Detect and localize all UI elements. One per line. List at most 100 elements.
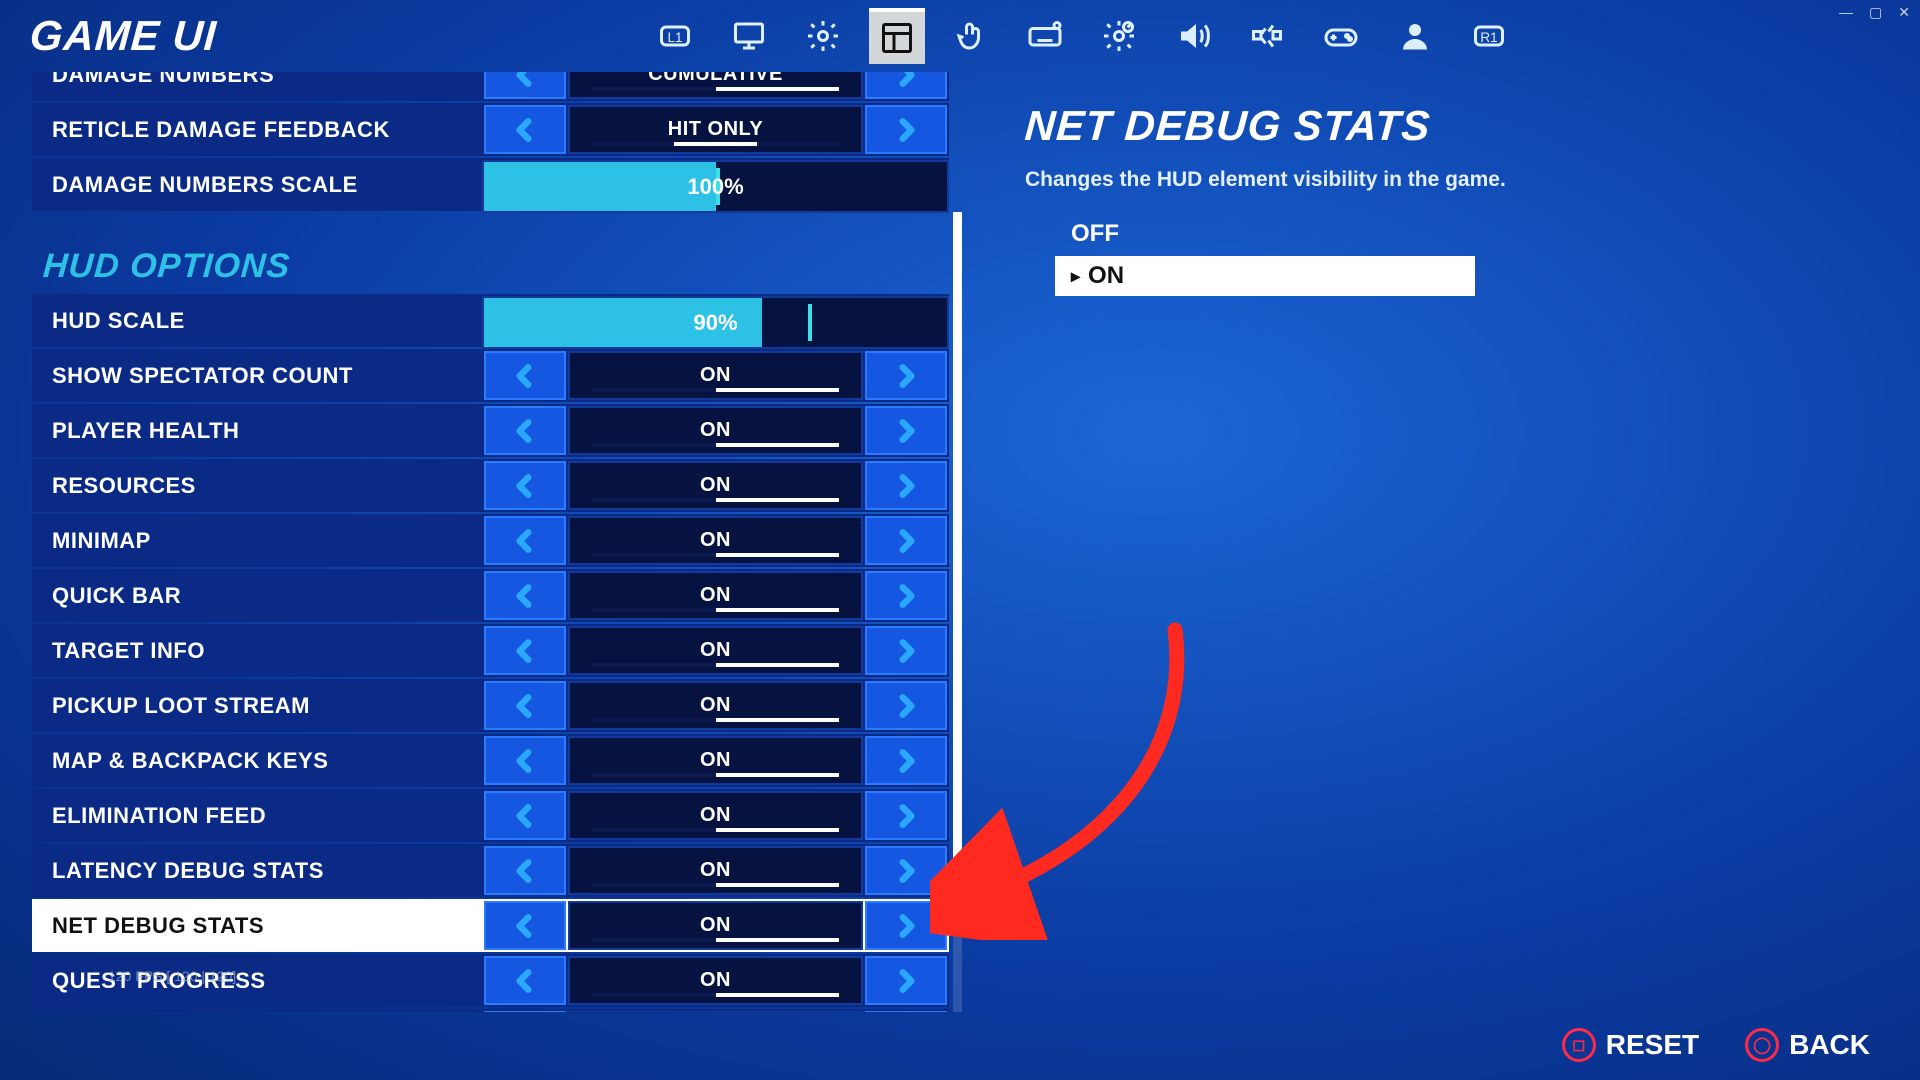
tab-gamepad[interactable] [1313,8,1369,64]
value-box[interactable]: ON [568,791,863,840]
tab-r1[interactable]: R1 [1461,8,1517,64]
prev-arrow[interactable] [484,791,566,840]
prev-arrow[interactable] [484,105,566,154]
next-arrow[interactable] [865,736,947,785]
tab-row: L1 R1 [647,8,1517,64]
tab-accessibility[interactable] [1239,8,1295,64]
next-arrow[interactable] [865,406,947,455]
value-box[interactable]: ON [568,736,863,785]
next-arrow[interactable] [865,105,947,154]
value-box[interactable]: ON [568,516,863,565]
tab-layout[interactable] [869,8,925,64]
next-arrow[interactable] [865,791,947,840]
next-arrow[interactable] [865,901,947,950]
next-arrow[interactable] [865,351,947,400]
value-box[interactable]: HIT ONLY [568,105,863,154]
next-arrow[interactable] [865,681,947,730]
prev-arrow[interactable] [484,956,566,1005]
back-button[interactable]: ◯ BACK [1745,1028,1870,1062]
next-arrow[interactable] [865,461,947,510]
tab-l1[interactable]: L1 [647,8,703,64]
setting-row[interactable]: HUD SCALE 90% [32,294,949,347]
setting-row[interactable]: CONTROL PROMPTS ON [32,1009,949,1012]
next-arrow[interactable] [865,72,947,99]
svg-text:L1: L1 [667,30,682,45]
tab-user[interactable] [1387,8,1443,64]
setting-label: MINIMAP [32,528,482,554]
setting-row[interactable]: ELIMINATION FEED ON [32,789,949,842]
value-box[interactable]: ON [568,846,863,895]
next-arrow[interactable] [865,846,947,895]
prev-arrow[interactable] [484,901,566,950]
setting-row[interactable]: MAP & BACKPACK KEYS ON [32,734,949,787]
setting-row[interactable]: LATENCY DEBUG STATS ON [32,844,949,897]
setting-row[interactable]: PLAYER HEALTH ON [32,404,949,457]
prev-arrow[interactable] [484,626,566,675]
value-box[interactable]: ON [568,461,863,510]
detail-title: NET DEBUG STATS [1023,102,1871,150]
setting-row[interactable]: PICKUP LOOT STREAM ON [32,679,949,732]
setting-label: DAMAGE NUMBERS [32,72,482,88]
setting-row[interactable]: QUICK BAR ON [32,569,949,622]
setting-row[interactable]: RESOURCES ON [32,459,949,512]
tab-gear[interactable] [795,8,851,64]
setting-label: NET DEBUG STATS [32,913,482,939]
next-arrow[interactable] [865,956,947,1005]
setting-row[interactable]: NET DEBUG STATS ON [32,899,949,952]
prev-arrow[interactable] [484,351,566,400]
prev-arrow[interactable] [484,461,566,510]
tab-keyboard[interactable] [1017,8,1073,64]
window-max-icon[interactable]: ▢ [1869,4,1882,21]
prev-arrow[interactable] [484,1011,566,1012]
prev-arrow[interactable] [484,516,566,565]
value-box[interactable]: CUMULATIVE [568,72,863,99]
prev-arrow[interactable] [484,571,566,620]
setting-row[interactable]: DAMAGE NUMBERS SCALE 100% [32,158,949,211]
prev-arrow[interactable] [484,406,566,455]
svg-text:R1: R1 [1480,30,1497,45]
value-box[interactable]: ON [568,351,863,400]
setting-row[interactable]: TARGET INFO ON [32,624,949,677]
tab-touch[interactable] [943,8,999,64]
detail-option[interactable]: OFF [1055,214,1870,254]
detail-desc: Changes the HUD element visibility in th… [1025,168,1870,192]
setting-row[interactable]: SHOW SPECTATOR COUNT ON [32,349,949,402]
tab-headset[interactable] [1091,8,1147,64]
prev-arrow[interactable] [484,846,566,895]
prev-arrow[interactable] [484,681,566,730]
slider[interactable]: 90% [482,296,949,349]
topbar: GAME UI L1R1 [0,0,1920,72]
setting-label: HUD SCALE [32,308,482,334]
setting-label: RESOURCES [32,473,482,499]
window-close-icon[interactable]: ✕ [1898,4,1910,21]
value-box[interactable]: ON [568,681,863,730]
value-box[interactable]: ON [568,571,863,620]
setting-row[interactable]: RETICLE DAMAGE FEEDBACK HIT ONLY [32,103,949,156]
window-min-icon[interactable]: — [1839,4,1853,21]
section-header: HUD OPTIONS [32,213,949,294]
value-box[interactable]: ON [568,406,863,455]
value-box[interactable]: ON [568,626,863,675]
next-arrow[interactable] [865,516,947,565]
square-icon: ◻ [1562,1028,1596,1062]
tab-monitor[interactable] [721,8,777,64]
scrollbar[interactable] [953,72,962,1012]
detail-options: OFFON [1055,214,1870,296]
reset-button[interactable]: ◻ RESET [1562,1028,1699,1062]
next-arrow[interactable] [865,626,947,675]
footer: ◻ RESET ◯ BACK [1562,1028,1870,1062]
detail-option[interactable]: ON [1055,256,1475,296]
value-box[interactable]: ON [568,956,863,1005]
tab-volume[interactable] [1165,8,1221,64]
prev-arrow[interactable] [484,736,566,785]
value-box[interactable]: ON [568,901,863,950]
setting-row[interactable]: DAMAGE NUMBERS CUMULATIVE [32,72,949,101]
slider[interactable]: 100% [482,160,949,213]
circle-icon: ◯ [1745,1028,1779,1062]
setting-row[interactable]: MINIMAP ON [32,514,949,567]
prev-arrow[interactable] [484,72,566,99]
setting-label: QUEST PROGRESS [32,968,482,994]
next-arrow[interactable] [865,571,947,620]
value-box[interactable]: ON [568,1011,863,1012]
next-arrow[interactable] [865,1011,947,1012]
